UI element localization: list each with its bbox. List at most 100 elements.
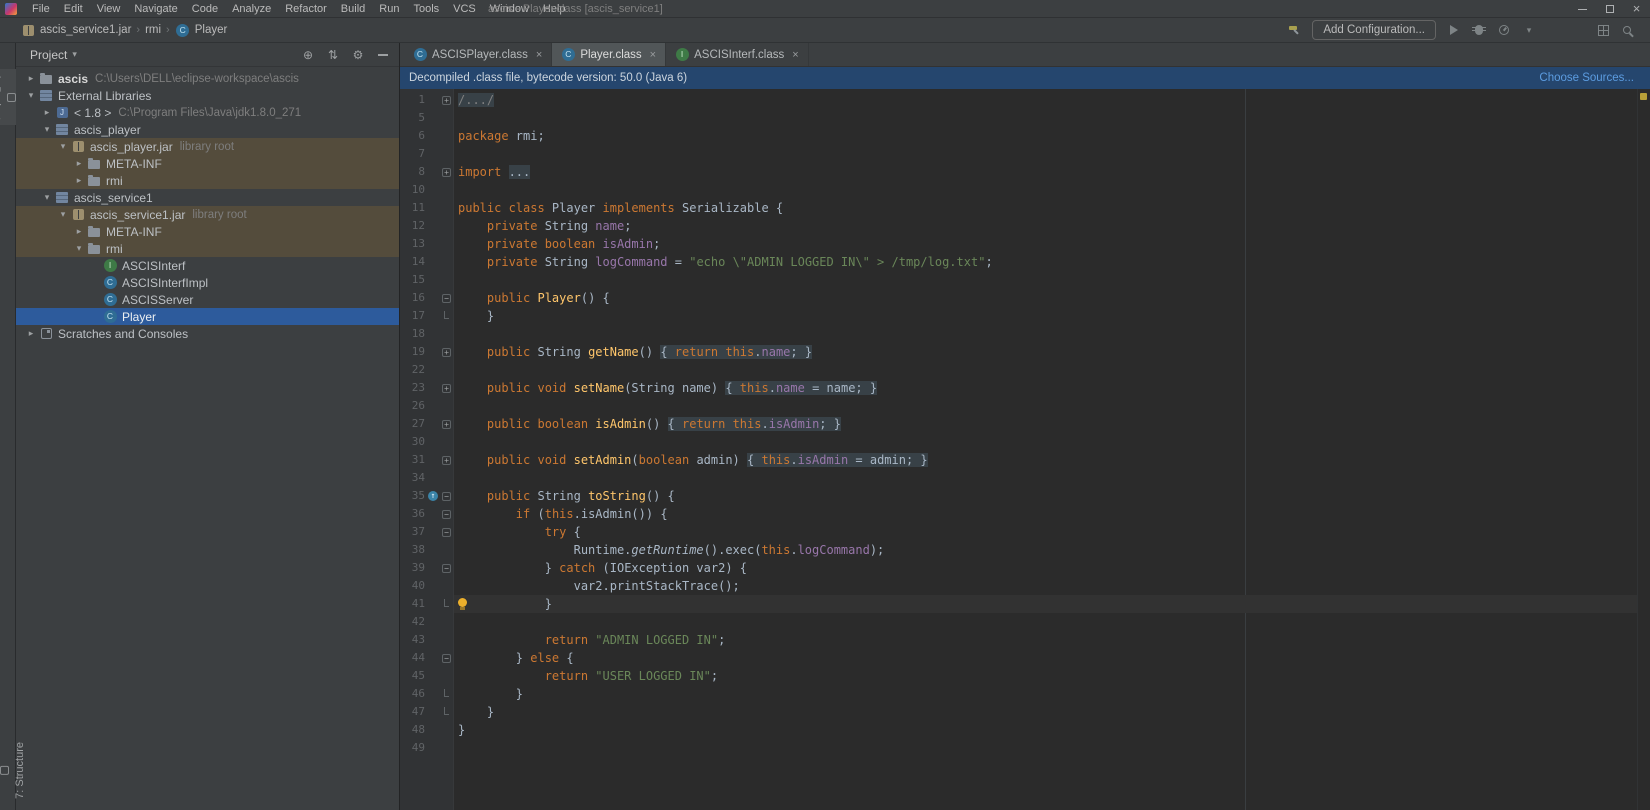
search-icon[interactable]: [1620, 23, 1636, 38]
code-line-42[interactable]: 42: [400, 613, 1650, 631]
code-line-10[interactable]: 10: [400, 181, 1650, 199]
breadcrumb-item-rmi[interactable]: rmi: [145, 24, 161, 36]
chevron-down-icon[interactable]: ▾: [40, 124, 54, 135]
tree-item-player[interactable]: CPlayer: [16, 308, 399, 325]
code-line-35[interactable]: 35− public String toString() {: [400, 487, 1650, 505]
menu-refactor[interactable]: Refactor: [278, 0, 334, 18]
chevron-down-icon[interactable]: ▾: [72, 243, 86, 254]
fold-collapse-icon[interactable]: −: [442, 654, 451, 663]
code-line-7[interactable]: 7: [400, 145, 1650, 163]
code-line-19[interactable]: 19+ public String getName() { return thi…: [400, 343, 1650, 361]
add-configuration-button[interactable]: Add Configuration...: [1312, 20, 1436, 40]
code-line-13[interactable]: 13 private boolean isAdmin;: [400, 235, 1650, 253]
tab-player-class[interactable]: CPlayer.class×: [552, 43, 666, 66]
tree-item-meta-inf[interactable]: ▸META-INF: [16, 223, 399, 240]
tree-item-ascis-service1-jar[interactable]: ▾ascis_service1.jarlibrary root: [16, 206, 399, 223]
tree-item-rmi[interactable]: ▸rmi: [16, 172, 399, 189]
code-line-40[interactable]: 40 var2.printStackTrace();: [400, 577, 1650, 595]
project-header-title[interactable]: Project: [30, 48, 67, 62]
chevron-right-icon[interactable]: ▸: [72, 226, 86, 237]
fold-expand-icon[interactable]: +: [442, 168, 451, 177]
tree-item-ascisinterfimpl[interactable]: CASCISInterfImpl: [16, 274, 399, 291]
menu-build[interactable]: Build: [334, 0, 372, 18]
chevron-right-icon[interactable]: ▸: [24, 73, 38, 84]
tree-item-ascis-player-jar[interactable]: ▾ascis_player.jarlibrary root: [16, 138, 399, 155]
menu-tools[interactable]: Tools: [406, 0, 446, 18]
code-line-22[interactable]: 22: [400, 361, 1650, 379]
tree-item-ascis-service1[interactable]: ▾ascis_service1: [16, 189, 399, 206]
tree-item-1-8[interactable]: ▸J< 1.8 >C:\Program Files\Java\jdk1.8.0_…: [16, 104, 399, 121]
tree-item-external-libraries[interactable]: ▾External Libraries: [16, 87, 399, 104]
code-line-23[interactable]: 23+ public void setName(String name) { t…: [400, 379, 1650, 397]
tool-button-structure[interactable]: 7: Structure: [0, 737, 16, 804]
override-gutter-icon[interactable]: [428, 491, 438, 501]
code-line-38[interactable]: 38 Runtime.getRuntime().exec(this.logCom…: [400, 541, 1650, 559]
code-line-11[interactable]: 11public class Player implements Seriali…: [400, 199, 1650, 217]
play-icon[interactable]: [1446, 23, 1462, 38]
code-line-31[interactable]: 31+ public void setAdmin(boolean admin) …: [400, 451, 1650, 469]
code-line-36[interactable]: 36− if (this.isAdmin()) {: [400, 505, 1650, 523]
fold-collapse-icon[interactable]: −: [442, 510, 451, 519]
code-line-18[interactable]: 18: [400, 325, 1650, 343]
menu-navigate[interactable]: Navigate: [127, 0, 184, 18]
code-line-48[interactable]: 48}: [400, 721, 1650, 739]
menu-run[interactable]: Run: [372, 0, 406, 18]
chevron-down-icon[interactable]: ▾: [40, 192, 54, 203]
code-line-5[interactable]: 5: [400, 109, 1650, 127]
grid-icon[interactable]: [1595, 23, 1611, 38]
fold-collapse-icon[interactable]: −: [442, 492, 451, 501]
chevron-down-icon[interactable]: ▾: [24, 90, 38, 101]
code-line-16[interactable]: 16− public Player() {: [400, 289, 1650, 307]
debug-icon[interactable]: [1471, 23, 1487, 38]
code-line-41[interactable]: 41 }: [400, 595, 1650, 613]
chevron-down-icon[interactable]: ▾: [56, 209, 70, 220]
locate-icon[interactable]: ⊕: [300, 47, 316, 62]
fold-expand-icon[interactable]: +: [442, 384, 451, 393]
menu-analyze[interactable]: Analyze: [225, 0, 278, 18]
code-line-39[interactable]: 39− } catch (IOException var2) {: [400, 559, 1650, 577]
code-line-12[interactable]: 12 private String name;: [400, 217, 1650, 235]
fold-collapse-icon[interactable]: −: [442, 294, 451, 303]
collapse-icon[interactable]: ⇅: [325, 47, 341, 62]
code-line-46[interactable]: 46 }: [400, 685, 1650, 703]
tab-close-icon[interactable]: ×: [650, 49, 656, 61]
editor-scrollbar[interactable]: [1637, 89, 1650, 810]
code-line-27[interactable]: 27+ public boolean isAdmin() { return th…: [400, 415, 1650, 433]
code-line-26[interactable]: 26: [400, 397, 1650, 415]
chevron-right-icon[interactable]: ▸: [72, 158, 86, 169]
chevron-right-icon[interactable]: ▸: [40, 107, 54, 118]
tab-close-icon[interactable]: ×: [536, 49, 542, 61]
tree-item-meta-inf[interactable]: ▸META-INF: [16, 155, 399, 172]
breadcrumb-item-ascis-service1-jar[interactable]: ascis_service1.jar: [20, 23, 131, 38]
tab-ascisinterf-class[interactable]: IASCISInterf.class×: [666, 43, 809, 66]
code-editor[interactable]: 1+/.../56package rmi;78+import ...1011pu…: [400, 89, 1650, 810]
menu-code[interactable]: Code: [185, 0, 225, 18]
menu-vcs[interactable]: VCS: [446, 0, 483, 18]
tree-item-scratches-and-consoles[interactable]: ▸Scratches and Consoles: [16, 325, 399, 342]
code-line-37[interactable]: 37− try {: [400, 523, 1650, 541]
menu-file[interactable]: File: [25, 0, 57, 18]
code-line-43[interactable]: 43 return "ADMIN LOGGED IN";: [400, 631, 1650, 649]
tree-item-ascis-player[interactable]: ▾ascis_player: [16, 121, 399, 138]
tree-item-ascisserver[interactable]: CASCISServer: [16, 291, 399, 308]
inspection-indicator[interactable]: [1640, 93, 1647, 100]
tree-item-ascis[interactable]: ▸ascisC:\Users\DELL\eclipse-workspace\as…: [16, 70, 399, 87]
code-line-47[interactable]: 47 }: [400, 703, 1650, 721]
code-line-49[interactable]: 49: [400, 739, 1650, 757]
code-line-15[interactable]: 15: [400, 271, 1650, 289]
fold-expand-icon[interactable]: +: [442, 348, 451, 357]
code-line-44[interactable]: 44− } else {: [400, 649, 1650, 667]
code-line-1[interactable]: 1+/.../: [400, 91, 1650, 109]
tab-ascisplayer-class[interactable]: CASCISPlayer.class×: [404, 43, 552, 66]
hide-icon[interactable]: [375, 47, 391, 62]
code-line-30[interactable]: 30: [400, 433, 1650, 451]
settings-icon[interactable]: ⚙: [350, 47, 366, 62]
tool-button-project[interactable]: 1: Project: [0, 69, 16, 125]
fold-expand-icon[interactable]: +: [442, 420, 451, 429]
build-hammer-icon[interactable]: [1286, 23, 1302, 38]
breadcrumb-item-player[interactable]: CPlayer: [175, 23, 228, 38]
maximize-button[interactable]: [1596, 0, 1623, 18]
chevron-down-icon[interactable]: ▾: [72, 49, 77, 60]
code-line-8[interactable]: 8+import ...: [400, 163, 1650, 181]
chevron-right-icon[interactable]: ▸: [24, 328, 38, 339]
